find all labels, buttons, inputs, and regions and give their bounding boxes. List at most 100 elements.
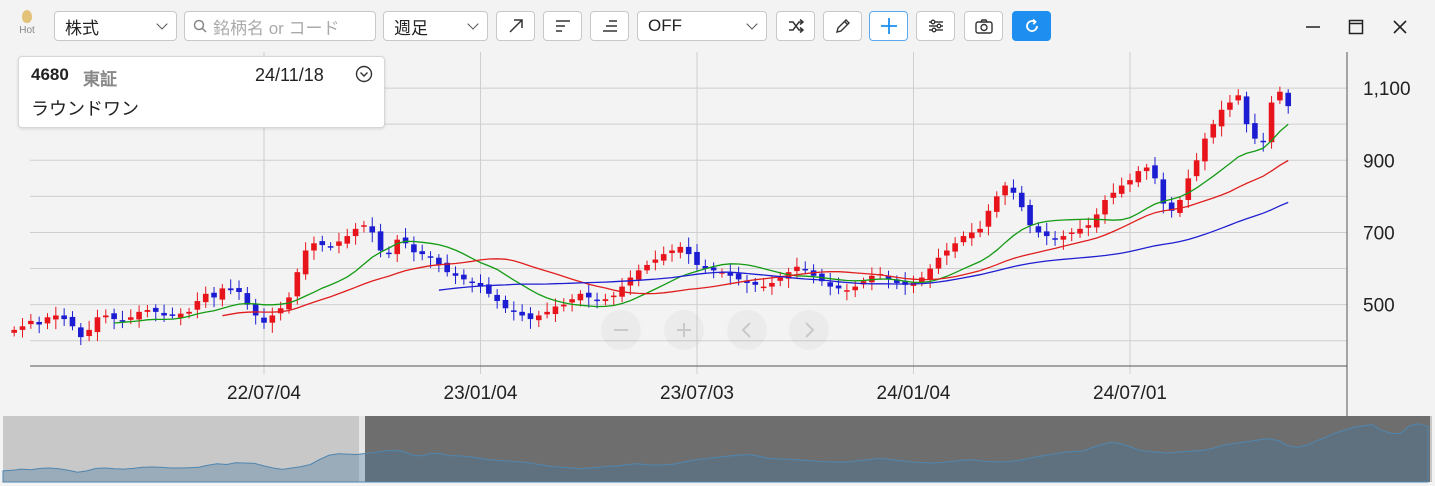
candle-body bbox=[352, 228, 359, 237]
candle-body bbox=[311, 243, 317, 251]
candle-body bbox=[752, 281, 759, 285]
chevron-right-icon bbox=[805, 322, 815, 338]
candle-body bbox=[527, 313, 534, 320]
candle-body bbox=[1002, 185, 1008, 196]
exchange-label: 東証 bbox=[83, 70, 117, 89]
candle-body bbox=[1160, 179, 1167, 204]
candle-body bbox=[152, 307, 159, 312]
candle-body bbox=[777, 277, 784, 281]
candle-body bbox=[535, 315, 542, 321]
candle-body bbox=[344, 236, 351, 244]
candle-body bbox=[1285, 92, 1292, 107]
candle-body bbox=[1102, 199, 1108, 215]
candle-body bbox=[169, 314, 176, 316]
candle-body bbox=[1235, 95, 1242, 101]
candle-body bbox=[660, 254, 667, 261]
pan-left-button[interactable] bbox=[727, 310, 767, 350]
minus-icon bbox=[614, 329, 628, 331]
y-tick-label: 900 bbox=[1363, 151, 1395, 172]
y-tick-label: 1,100 bbox=[1363, 79, 1411, 100]
candle-body bbox=[252, 303, 259, 316]
info-dropdown-button[interactable] bbox=[355, 65, 373, 88]
candle-body bbox=[102, 315, 109, 318]
candle-body bbox=[602, 299, 609, 302]
zoom-out-button[interactable] bbox=[601, 310, 641, 350]
candle-body bbox=[53, 315, 59, 320]
candle-body bbox=[394, 239, 401, 255]
candle-body bbox=[685, 246, 692, 255]
pan-right-button[interactable] bbox=[789, 310, 829, 350]
candle-body bbox=[502, 299, 509, 309]
candle-body bbox=[694, 251, 700, 265]
candle-body bbox=[511, 310, 517, 312]
candle-body bbox=[577, 293, 584, 301]
candle-body bbox=[1152, 165, 1158, 179]
chevron-left-icon bbox=[741, 322, 751, 338]
candle-body bbox=[227, 288, 234, 291]
candle-body bbox=[411, 244, 417, 253]
candle-body bbox=[852, 286, 859, 291]
candle-body bbox=[585, 292, 592, 298]
candle-body bbox=[968, 232, 975, 239]
candle-body bbox=[1018, 192, 1025, 208]
x-tick-label: 24/07/01 bbox=[1093, 383, 1167, 404]
candle-body bbox=[361, 225, 367, 227]
candle-body bbox=[977, 228, 983, 233]
candle-body bbox=[569, 299, 575, 303]
candle-body bbox=[427, 256, 434, 258]
candle-body bbox=[993, 196, 1000, 212]
candle-body bbox=[111, 313, 117, 320]
x-tick-label: 23/07/03 bbox=[660, 383, 734, 404]
candle-body bbox=[635, 270, 642, 280]
candle-body bbox=[86, 329, 92, 337]
candle-body bbox=[1252, 123, 1258, 139]
candle-body bbox=[211, 292, 217, 298]
candle-body bbox=[78, 327, 84, 338]
x-tick-label: 22/07/04 bbox=[227, 383, 301, 404]
candle-body bbox=[161, 312, 167, 316]
range-navigator[interactable] bbox=[2, 416, 1432, 483]
candle-body bbox=[452, 273, 459, 276]
candle-body bbox=[1127, 180, 1133, 185]
candle-body bbox=[44, 317, 51, 324]
candle-body bbox=[1260, 140, 1267, 143]
candle-body bbox=[294, 272, 301, 297]
candle-body bbox=[494, 294, 500, 302]
candle-body bbox=[1177, 199, 1183, 213]
candle-body bbox=[652, 259, 659, 263]
candle-body bbox=[844, 290, 850, 292]
candle-body bbox=[760, 286, 767, 289]
candle-body bbox=[369, 226, 376, 233]
x-tick-label: 24/01/04 bbox=[877, 383, 951, 404]
stock-name: ラウンドワン bbox=[31, 99, 139, 119]
candle-body bbox=[236, 288, 242, 293]
candle-body bbox=[261, 317, 267, 323]
candle-body bbox=[1118, 185, 1125, 194]
candle-body bbox=[927, 268, 933, 280]
candle-body bbox=[94, 317, 101, 333]
candle-body bbox=[1060, 236, 1067, 240]
candle-body bbox=[960, 236, 967, 243]
candle-body bbox=[386, 252, 392, 255]
candle-body bbox=[944, 250, 950, 256]
candle-body bbox=[36, 321, 42, 325]
zoom-in-button[interactable] bbox=[664, 310, 704, 350]
candle-body bbox=[11, 329, 17, 333]
candle-body bbox=[769, 282, 775, 287]
candle-body bbox=[219, 288, 226, 300]
x-axis-labels: 22/07/04 23/01/04 23/07/03 24/01/04 24/07/01 bbox=[227, 383, 1167, 404]
candle-body bbox=[1010, 187, 1017, 193]
candle-body bbox=[1268, 102, 1275, 143]
chevron-down-circle-icon bbox=[355, 65, 373, 83]
candle-body bbox=[186, 311, 192, 314]
y-axis-labels: 500 700 900 1,100 bbox=[1363, 79, 1411, 317]
candle-body bbox=[952, 243, 958, 252]
candle-body bbox=[194, 301, 201, 310]
candle-body bbox=[1043, 231, 1050, 237]
candle-body bbox=[1227, 102, 1233, 110]
candle-body bbox=[1202, 138, 1208, 162]
candle-body bbox=[1068, 232, 1075, 234]
candle-body bbox=[336, 241, 342, 246]
candle-body bbox=[1110, 192, 1117, 198]
candle-body bbox=[1193, 160, 1200, 177]
